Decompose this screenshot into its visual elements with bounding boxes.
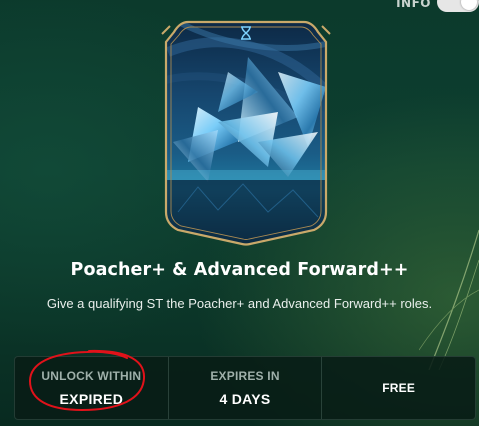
cost-value: FREE: [382, 381, 416, 395]
expires-in-value: 4 DAYS: [219, 391, 271, 407]
stats-bar: UNLOCK WITHIN EXPIRED EXPIRES IN 4 DAYS …: [14, 356, 476, 420]
evolution-title: Poacher+ & Advanced Forward++: [70, 260, 409, 280]
card-art: [161, 20, 331, 246]
expires-in-stat: EXPIRES IN 4 DAYS: [167, 357, 322, 419]
evolution-card[interactable]: [158, 12, 334, 248]
evolution-description: Give a qualifying ST the Poacher+ and Ad…: [46, 296, 433, 311]
evolution-icon: [241, 26, 251, 40]
unlock-within-value: EXPIRED: [59, 391, 124, 407]
expires-in-label: EXPIRES IN: [210, 369, 280, 383]
toggle-knob: [461, 0, 477, 10]
unlock-within-label: UNLOCK WITHIN: [41, 369, 142, 383]
unlock-within-stat: UNLOCK WITHIN EXPIRED: [15, 357, 168, 419]
info-toggle[interactable]: INFO: [396, 0, 479, 12]
cost-stat: FREE: [321, 357, 475, 419]
info-toggle-label: INFO: [396, 0, 431, 10]
toggle-switch[interactable]: [437, 0, 479, 12]
